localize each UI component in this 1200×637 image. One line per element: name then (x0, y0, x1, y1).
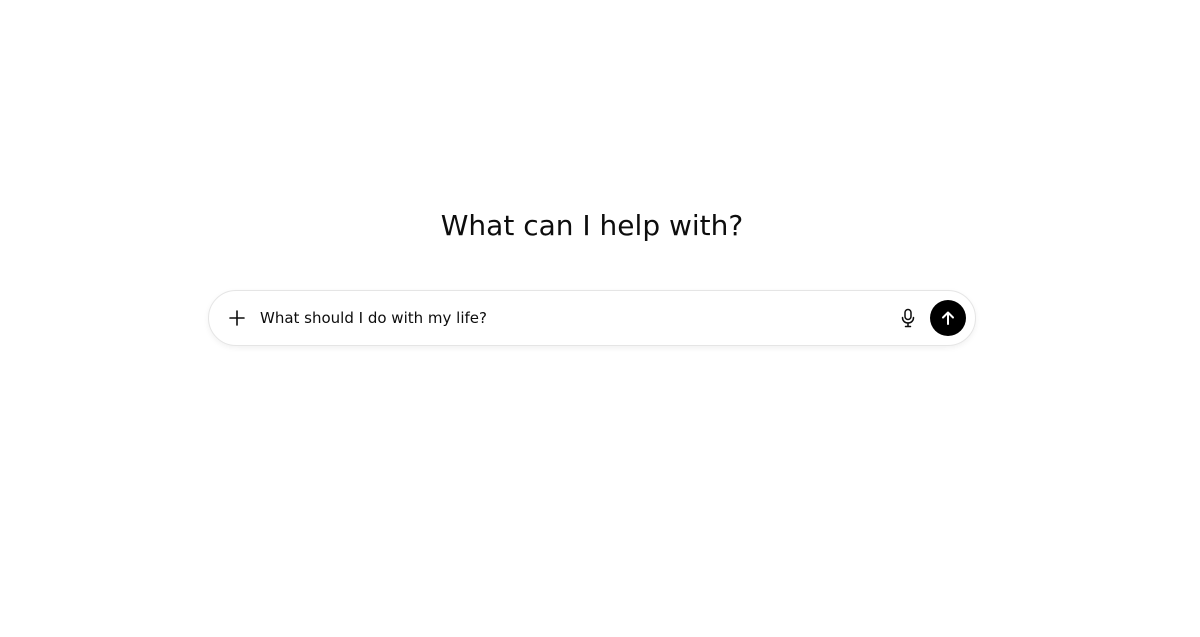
voice-input-button[interactable] (897, 307, 919, 329)
prompt-input[interactable] (260, 307, 860, 329)
chat-home: What can I help with? (0, 0, 1200, 637)
send-button[interactable] (930, 300, 966, 336)
plus-icon (229, 310, 245, 326)
microphone-icon (901, 308, 915, 328)
arrow-up-icon (942, 311, 954, 325)
page-title: What can I help with? (440, 209, 744, 242)
prompt-composer (208, 290, 976, 346)
add-attachment-button[interactable] (224, 305, 250, 331)
